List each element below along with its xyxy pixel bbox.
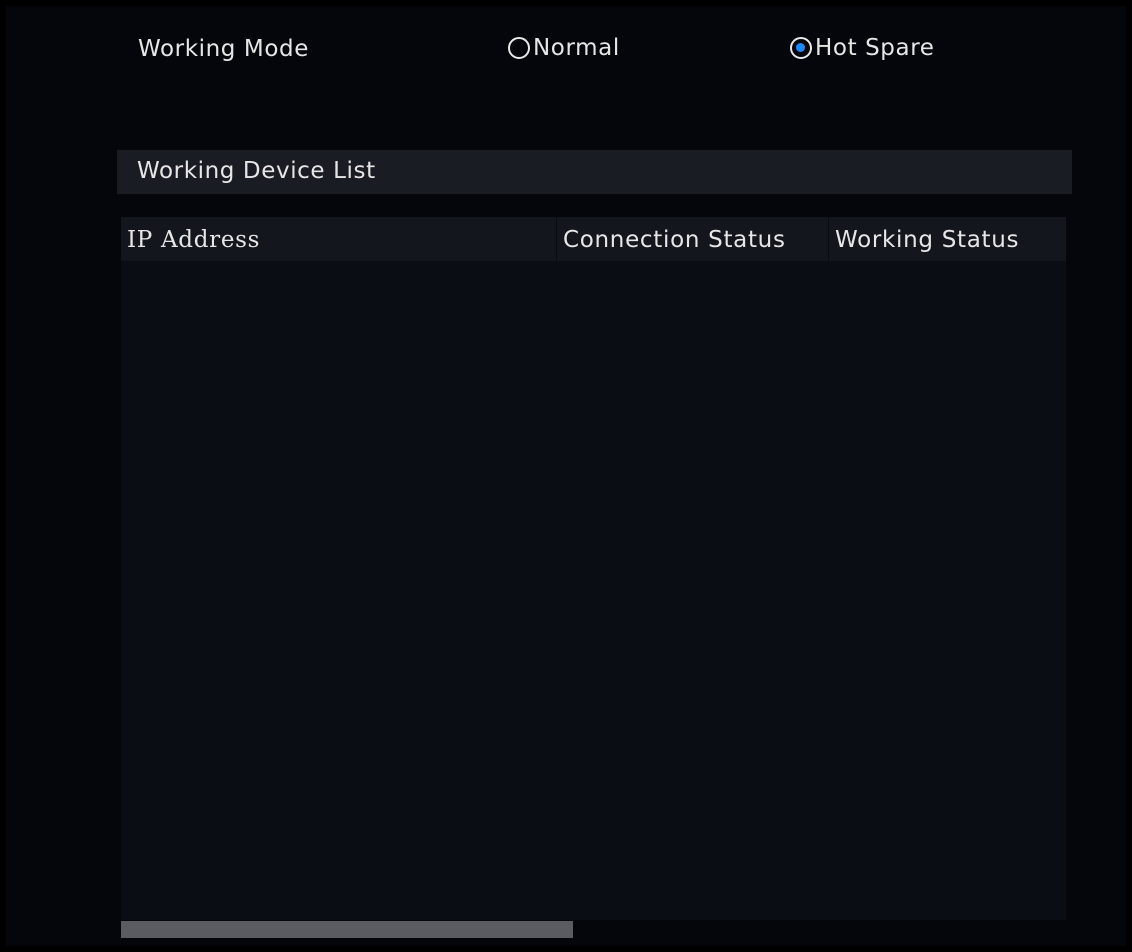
column-header-connection-status[interactable]: Connection Status (557, 217, 829, 261)
working-device-list-header: Working Device List (117, 150, 1072, 194)
working-mode-label: Working Mode (138, 36, 309, 62)
radio-unchecked-icon[interactable] (508, 37, 530, 59)
column-divider (557, 261, 558, 920)
horizontal-scrollbar[interactable] (121, 921, 573, 938)
radio-normal-label[interactable]: Normal (533, 35, 620, 61)
working-mode-row: Working Mode Normal Hot Spare (130, 35, 1030, 70)
radio-hot-spare[interactable]: Hot Spare (790, 35, 935, 61)
radio-hot-spare-label[interactable]: Hot Spare (815, 35, 935, 61)
radio-normal[interactable]: Normal (508, 35, 620, 61)
table-header: IP Address Connection Status Working Sta… (121, 217, 1066, 261)
column-header-ip-address[interactable]: IP Address (121, 217, 557, 261)
column-header-working-status[interactable]: Working Status (829, 217, 1066, 261)
section-title: Working Device List (137, 158, 376, 184)
column-divider (830, 261, 831, 920)
working-device-table[interactable]: IP Address Connection Status Working Sta… (121, 217, 1066, 920)
radio-checked-icon[interactable] (790, 37, 812, 59)
